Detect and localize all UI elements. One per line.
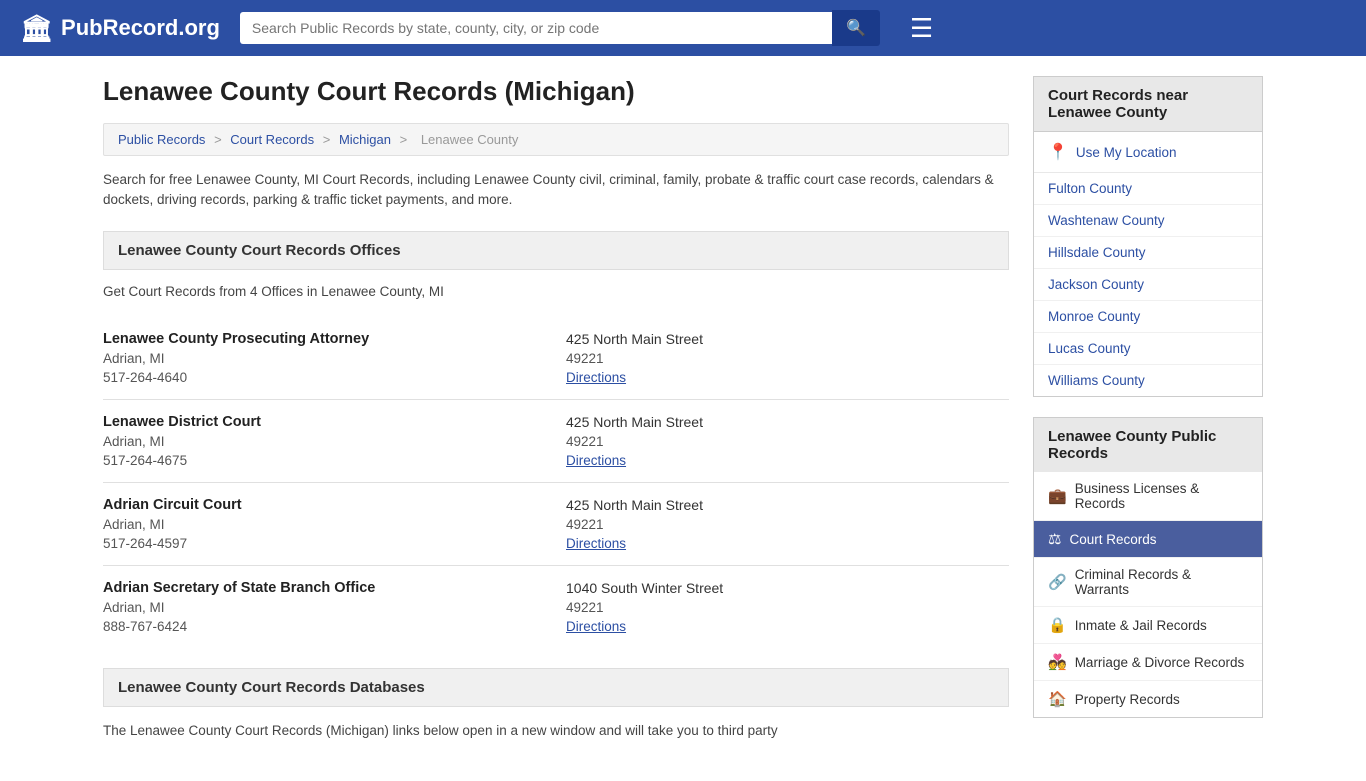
office-city: Adrian, MI (103, 600, 546, 615)
logo-text: PubRecord.org (61, 15, 220, 41)
link-icon: 🔗 (1048, 573, 1067, 591)
search-button[interactable]: 🔍 (832, 10, 880, 46)
office-city: Adrian, MI (103, 351, 546, 366)
sidebar-item-jackson-county[interactable]: Jackson County (1034, 269, 1262, 301)
databases-section-header: Lenawee County Court Records Databases (103, 668, 1009, 707)
breadcrumb-court-records[interactable]: Court Records (230, 132, 314, 147)
sidebar-item-business-licenses[interactable]: 💼 Business Licenses & Records (1034, 472, 1262, 521)
office-name: Lenawee County Prosecuting Attorney (103, 331, 546, 347)
sidebar-item-label: Court Records (1069, 532, 1156, 547)
site-logo[interactable]: 🏛 PubRecord.org (20, 13, 220, 44)
office-phone: 517-264-4675 (103, 453, 546, 468)
sidebar-public-records-section: 💼 Business Licenses & Records ⚖ Court Re… (1033, 472, 1263, 718)
sidebar-public-records-title: Lenawee County Public Records (1033, 417, 1263, 472)
sidebar-item-property-records[interactable]: 🏠 Property Records (1034, 681, 1262, 717)
office-name: Adrian Secretary of State Branch Office (103, 580, 546, 596)
breadcrumb-sep-1: > (214, 132, 225, 147)
breadcrumb-lenawee: Lenawee County (421, 132, 519, 147)
office-zip: 49221 (566, 351, 1009, 366)
office-zip: 49221 (566, 517, 1009, 532)
directions-link[interactable]: Directions (566, 370, 1009, 385)
office-city: Adrian, MI (103, 434, 546, 449)
breadcrumb-sep-2: > (323, 132, 334, 147)
office-zip: 49221 (566, 434, 1009, 449)
breadcrumb-public-records[interactable]: Public Records (118, 132, 205, 147)
databases-description: The Lenawee County Court Records (Michig… (103, 721, 1009, 741)
sidebar-item-inmate-records[interactable]: 🔒 Inmate & Jail Records (1034, 607, 1262, 644)
sidebar-item-label: Marriage & Divorce Records (1075, 655, 1245, 670)
use-location-button[interactable]: 📍 Use My Location (1034, 132, 1262, 173)
page-title: Lenawee County Court Records (Michigan) (103, 76, 1009, 107)
main-content: Lenawee County Court Records (Michigan) … (103, 76, 1009, 741)
sidebar-item-label: Business Licenses & Records (1075, 481, 1248, 511)
house-icon: 🏠 (1048, 690, 1067, 708)
office-entry: Adrian Circuit Court 425 North Main Stre… (103, 483, 1009, 566)
office-name: Lenawee District Court (103, 414, 546, 430)
sidebar-nearby-title: Court Records near Lenawee County (1033, 76, 1263, 132)
office-address: 1040 South Winter Street (566, 580, 1009, 596)
office-zip: 49221 (566, 600, 1009, 615)
search-input[interactable] (240, 12, 832, 44)
page-container: Lenawee County Court Records (Michigan) … (83, 56, 1283, 781)
location-icon: 📍 (1048, 142, 1068, 162)
search-bar: 🔍 (240, 10, 880, 46)
briefcase-icon: 💼 (1048, 487, 1067, 505)
office-phone: 517-264-4640 (103, 370, 546, 385)
lock-icon: 🔒 (1048, 616, 1067, 634)
directions-link[interactable]: Directions (566, 453, 1009, 468)
breadcrumb: Public Records > Court Records > Michiga… (103, 123, 1009, 156)
office-entry: Lenawee County Prosecuting Attorney 425 … (103, 317, 1009, 400)
directions-link[interactable]: Directions (566, 619, 1009, 634)
site-header: 🏛 PubRecord.org 🔍 ☰ (0, 0, 1366, 56)
sidebar-item-williams-county[interactable]: Williams County (1034, 365, 1262, 396)
hamburger-menu-button[interactable]: ☰ (910, 13, 933, 44)
office-phone: 888-767-6424 (103, 619, 546, 634)
office-entry: Lenawee District Court 425 North Main St… (103, 400, 1009, 483)
sidebar-item-label: Property Records (1075, 692, 1180, 707)
rings-icon: 💑 (1048, 653, 1067, 671)
page-description: Search for free Lenawee County, MI Court… (103, 170, 1009, 211)
sidebar-item-fulton-county[interactable]: Fulton County (1034, 173, 1262, 205)
office-phone: 517-264-4597 (103, 536, 546, 551)
sidebar-item-label: Criminal Records & Warrants (1075, 567, 1248, 597)
office-address: 425 North Main Street (566, 331, 1009, 347)
office-city: Adrian, MI (103, 517, 546, 532)
sidebar-item-marriage-records[interactable]: 💑 Marriage & Divorce Records (1034, 644, 1262, 681)
sidebar-item-court-records[interactable]: ⚖ Court Records (1034, 521, 1262, 558)
sidebar-item-lucas-county[interactable]: Lucas County (1034, 333, 1262, 365)
office-name: Adrian Circuit Court (103, 497, 546, 513)
office-address: 425 North Main Street (566, 497, 1009, 513)
sidebar: Court Records near Lenawee County 📍 Use … (1033, 76, 1263, 741)
logo-icon: 🏛 (20, 13, 53, 44)
offices-list: Lenawee County Prosecuting Attorney 425 … (103, 317, 1009, 648)
offices-subtext: Get Court Records from 4 Offices in Lena… (103, 284, 1009, 299)
sidebar-nearby-section: 📍 Use My Location Fulton County Washtena… (1033, 132, 1263, 397)
sidebar-item-hillsdale-county[interactable]: Hillsdale County (1034, 237, 1262, 269)
use-location-label: Use My Location (1076, 145, 1177, 160)
sidebar-item-criminal-records[interactable]: 🔗 Criminal Records & Warrants (1034, 558, 1262, 607)
sidebar-item-label: Inmate & Jail Records (1075, 618, 1207, 633)
offices-section-header: Lenawee County Court Records Offices (103, 231, 1009, 270)
sidebar-item-washtenaw-county[interactable]: Washtenaw County (1034, 205, 1262, 237)
sidebar-item-monroe-county[interactable]: Monroe County (1034, 301, 1262, 333)
office-address: 425 North Main Street (566, 414, 1009, 430)
scales-icon: ⚖ (1048, 530, 1061, 548)
office-entry: Adrian Secretary of State Branch Office … (103, 566, 1009, 648)
breadcrumb-michigan[interactable]: Michigan (339, 132, 391, 147)
breadcrumb-sep-3: > (400, 132, 411, 147)
directions-link[interactable]: Directions (566, 536, 1009, 551)
